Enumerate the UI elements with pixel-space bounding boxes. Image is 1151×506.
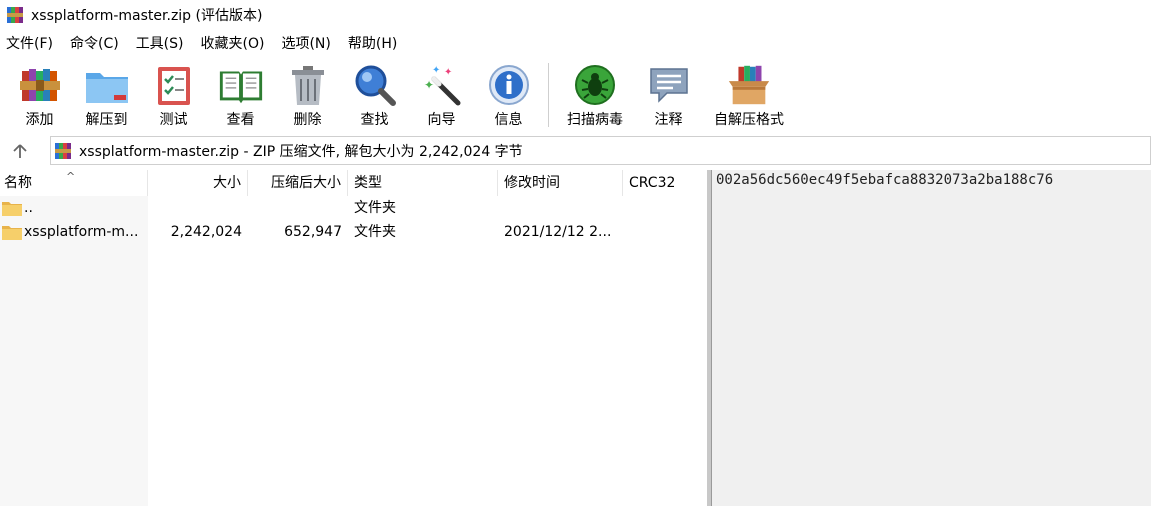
delete-label: 删除 — [293, 112, 322, 128]
view-button[interactable]: 查看 — [207, 57, 274, 131]
view-label: 查看 — [226, 112, 255, 128]
add-label: 添加 — [25, 112, 54, 128]
extract-to-label: 解压到 — [85, 112, 128, 128]
find-button[interactable]: 查找 — [341, 57, 408, 131]
archive-comment-pane[interactable]: 002a56dc560ec49f5ebafca8832073a2ba188c76 — [711, 170, 1151, 506]
toolbar-separator — [548, 63, 549, 127]
path-text: xssplatform-master.zip - ZIP 压缩文件, 解包大小为… — [79, 143, 523, 160]
open-book-icon — [217, 63, 265, 107]
sfx-label: 自解压格式 — [714, 112, 784, 128]
test-label: 测试 — [159, 112, 188, 128]
winrar-app-icon — [7, 7, 23, 23]
table-row[interactable]: .. 文件夹 — [0, 196, 707, 220]
row-name: .. — [24, 200, 33, 216]
menu-commands[interactable]: 命令(C) — [64, 32, 125, 56]
column-name-label: 名称 — [4, 175, 32, 191]
svg-text:✦: ✦ — [432, 65, 440, 76]
find-label: 查找 — [360, 112, 389, 128]
row-packed — [248, 196, 342, 220]
winrar-archive-icon — [55, 142, 71, 159]
wizard-label: 向导 — [427, 112, 456, 128]
svg-text:✦: ✦ — [444, 67, 452, 78]
row-type: 文件夹 — [354, 224, 396, 240]
archive-books-icon — [16, 63, 64, 107]
menu-help[interactable]: 帮助(H) — [342, 32, 403, 56]
box-books-icon — [725, 63, 773, 107]
add-button[interactable]: 添加 — [6, 57, 73, 131]
info-label: 信息 — [494, 112, 523, 128]
row-crc — [629, 220, 705, 244]
svg-text:✦: ✦ — [424, 78, 434, 92]
path-field[interactable]: xssplatform-master.zip - ZIP 压缩文件, 解包大小为… — [50, 136, 1151, 165]
menu-favorites[interactable]: 收藏夹(O) — [195, 32, 271, 56]
toolbar: 添加 解压到 测试 查看 删除 查找 ✦ ✦ ✦ 向导 信息 扫描病毒 注释 自… — [0, 57, 1151, 133]
row-type: 文件夹 — [354, 200, 396, 216]
virus-scan-button[interactable]: 扫描病毒 — [555, 57, 635, 131]
menu-tools[interactable]: 工具(S) — [130, 32, 190, 56]
test-button[interactable]: 测试 — [140, 57, 207, 131]
sfx-button[interactable]: 自解压格式 — [702, 57, 796, 131]
menu-bar: 文件(F) 命令(C) 工具(S) 收藏夹(O) 选项(N) 帮助(H) — [0, 32, 1151, 56]
info-icon — [485, 63, 533, 107]
extract-to-button[interactable]: 解压到 — [73, 57, 140, 131]
folder-extract-icon — [83, 63, 131, 107]
virus-scan-label: 扫描病毒 — [567, 112, 623, 128]
column-header-crc[interactable]: CRC32 — [623, 170, 707, 196]
row-packed: 652,947 — [284, 224, 342, 240]
magic-wand-icon: ✦ ✦ ✦ — [418, 63, 466, 107]
menu-options[interactable]: 选项(N) — [275, 32, 336, 56]
title-bar: xssplatform-master.zip (评估版本) — [0, 0, 1151, 30]
table-row[interactable]: xssplatform-m... 2,242,024 652,947 文件夹 2… — [0, 220, 707, 244]
delete-button[interactable]: 删除 — [274, 57, 341, 131]
file-list[interactable]: 名称 ^ 大小 压缩后大小 类型 修改时间 CRC32 .. 文件夹 xsspl… — [0, 170, 707, 506]
archive-comment-text: 002a56dc560ec49f5ebafca8832073a2ba188c76 — [716, 172, 1054, 188]
row-name: xssplatform-m... — [24, 224, 139, 240]
sort-ascending-icon: ^ — [66, 170, 76, 183]
row-modified: 2021/12/12 2... — [504, 224, 612, 240]
wizard-button[interactable]: ✦ ✦ ✦ 向导 — [408, 57, 475, 131]
column-header-size[interactable]: 大小 — [148, 170, 248, 196]
checklist-icon — [150, 63, 198, 107]
magnifier-icon — [351, 63, 399, 107]
menu-file[interactable]: 文件(F) — [0, 32, 59, 56]
bug-shield-icon — [571, 63, 619, 107]
address-bar: xssplatform-master.zip - ZIP 压缩文件, 解包大小为… — [0, 136, 1151, 166]
column-header-modified[interactable]: 修改时间 — [498, 170, 623, 196]
folder-icon — [2, 226, 22, 240]
info-button[interactable]: 信息 — [475, 57, 542, 131]
column-header-name[interactable]: 名称 ^ — [0, 170, 148, 196]
row-size: 2,242,024 — [170, 224, 242, 240]
row-crc — [629, 196, 705, 220]
window-title: xssplatform-master.zip (评估版本) — [31, 8, 263, 24]
comment-label: 注释 — [654, 112, 683, 128]
column-header-packed[interactable]: 压缩后大小 — [248, 170, 348, 196]
trash-can-icon — [284, 63, 332, 107]
row-size — [148, 196, 242, 220]
folder-icon — [2, 202, 22, 216]
up-arrow-icon[interactable] — [0, 136, 40, 166]
row-modified — [504, 196, 619, 220]
speech-bubble-icon — [645, 63, 693, 107]
comment-button[interactable]: 注释 — [635, 57, 702, 131]
column-header-type[interactable]: 类型 — [348, 170, 498, 196]
